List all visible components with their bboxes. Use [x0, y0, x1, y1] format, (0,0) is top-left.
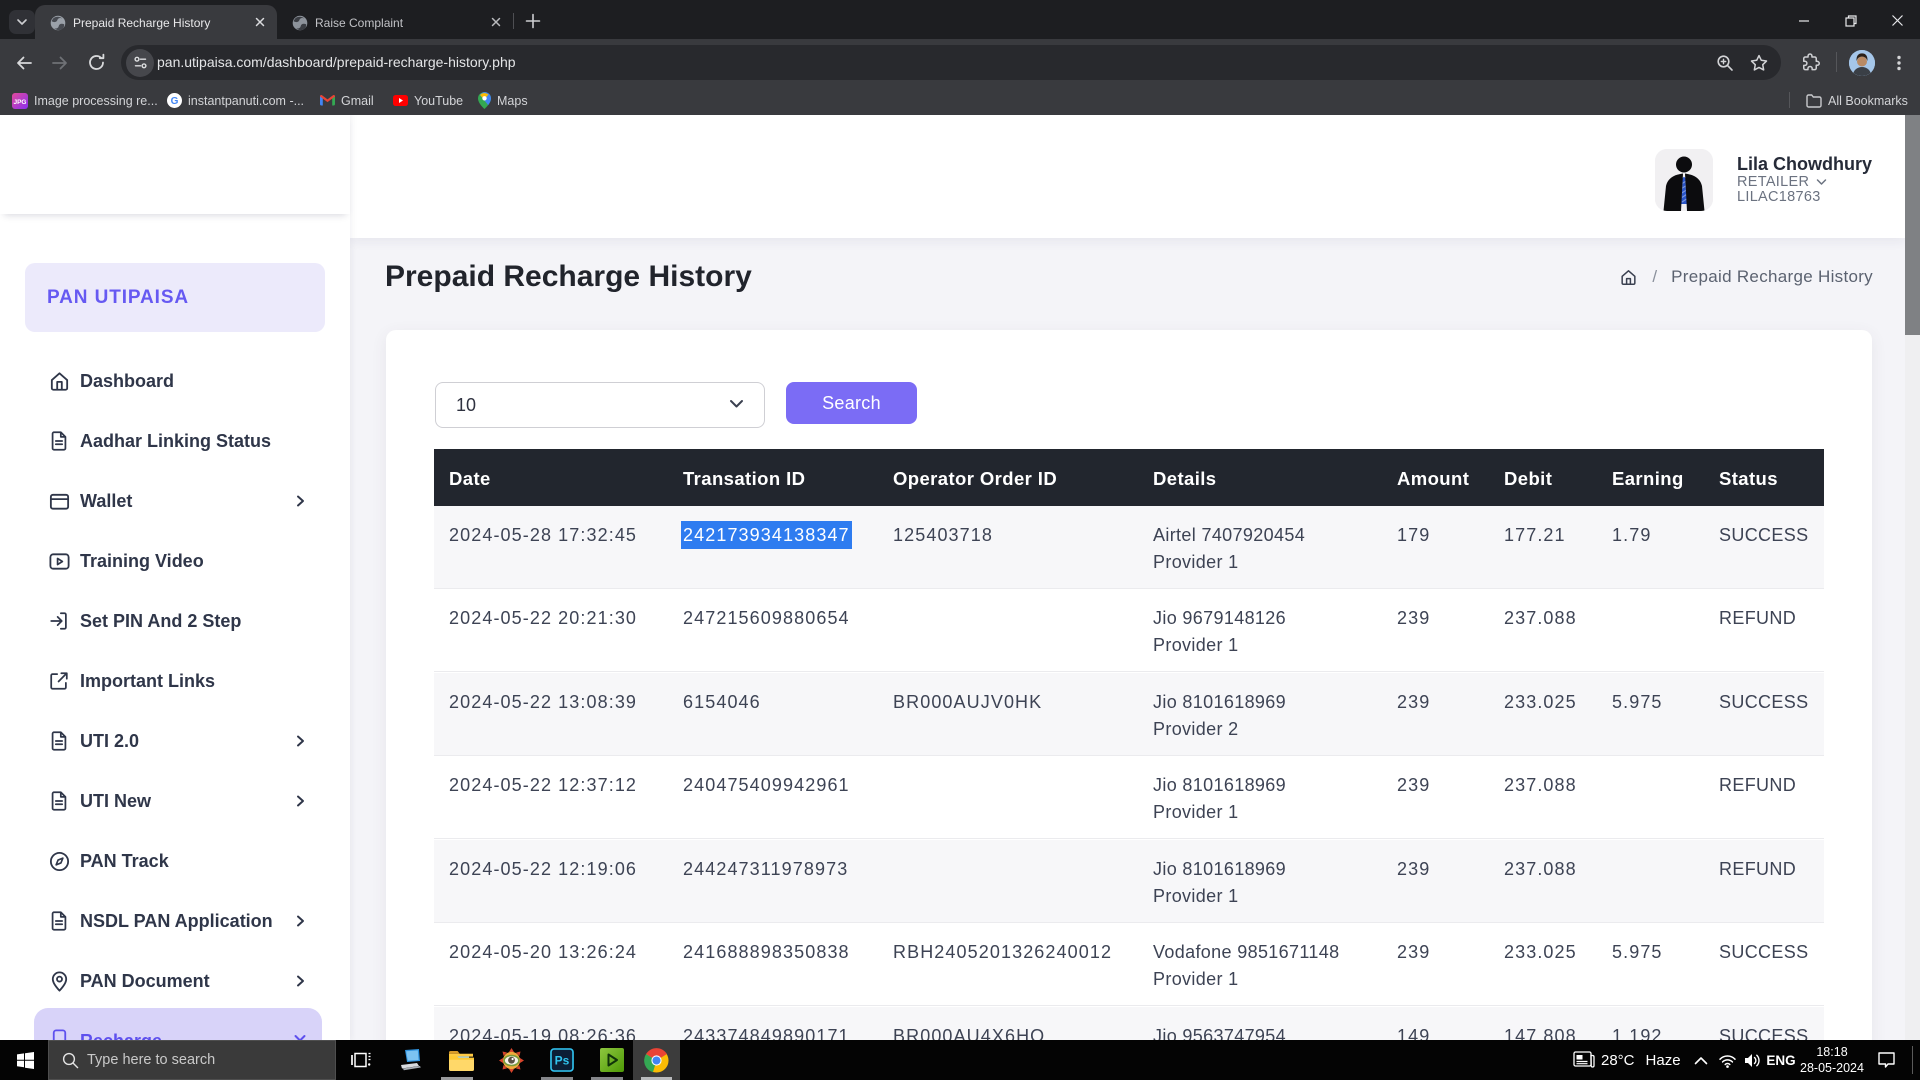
svg-text:JPG: JPG — [13, 99, 26, 106]
svg-text:G: G — [171, 96, 179, 107]
svg-text:Ps: Ps — [554, 1054, 569, 1068]
